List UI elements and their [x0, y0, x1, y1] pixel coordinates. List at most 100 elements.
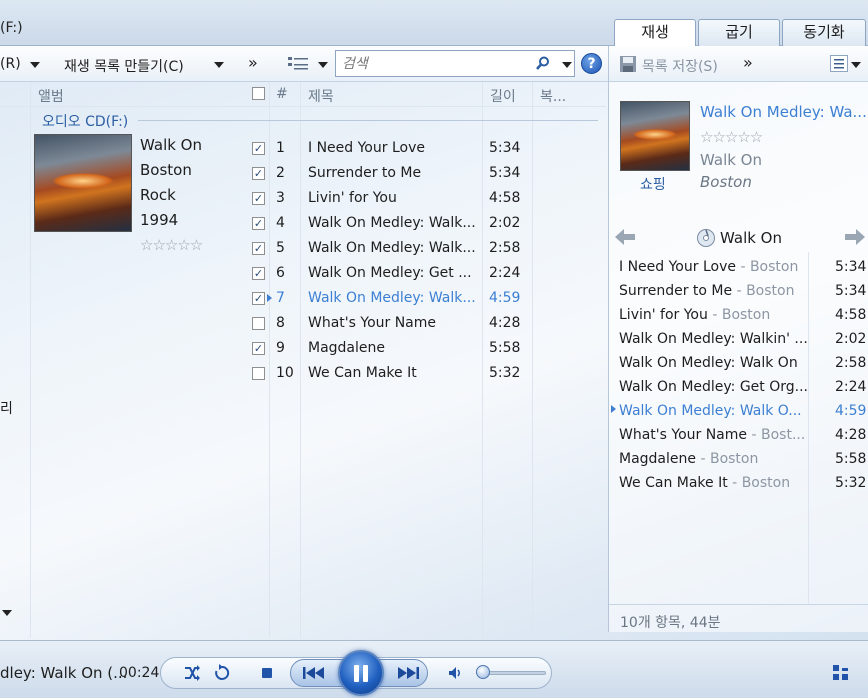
track-title: What's Your Name: [308, 315, 437, 331]
search-icon[interactable]: [536, 56, 550, 71]
track-checkbox[interactable]: ✓: [252, 167, 265, 180]
pause-button[interactable]: [338, 650, 384, 696]
track-checkbox[interactable]: ✓: [252, 192, 265, 205]
now-playing-album[interactable]: Walk On: [700, 151, 762, 169]
create-playlist-dropdown-icon[interactable]: [214, 62, 224, 68]
track-row[interactable]: ✓ 3 Livin' for You 4:58: [0, 187, 608, 212]
organize-button[interactable]: (R): [0, 56, 21, 72]
track-checkbox[interactable]: ✓: [252, 267, 265, 280]
shopping-link[interactable]: 쇼핑: [640, 174, 666, 194]
playlist-item-artist: Boston: [746, 283, 795, 299]
switch-to-now-playing-icon[interactable]: [832, 664, 850, 682]
location-label: (F:): [0, 20, 23, 36]
playlist-item[interactable]: Walk On Medley: Get Org... 2:24: [619, 376, 867, 400]
list-options-icon[interactable]: [830, 55, 848, 72]
track-title: We Can Make It: [308, 365, 417, 381]
nav-item-fragment[interactable]: 리: [0, 398, 13, 418]
tab-sync[interactable]: 동기화: [782, 19, 866, 46]
track-checkbox[interactable]: ✓: [252, 142, 265, 155]
view-options-dropdown-icon[interactable]: [318, 62, 328, 68]
playlist-item[interactable]: We Can Make It - Boston 5:32: [619, 472, 867, 496]
track-length: 5:58: [489, 340, 521, 356]
volume-icon[interactable]: [448, 666, 462, 680]
track-number: 3: [276, 190, 285, 206]
track-row[interactable]: ✓ 6 Walk On Medley: Get ... 2:24: [0, 262, 608, 287]
playlist-item[interactable]: Magdalene - Boston 5:58: [619, 448, 867, 472]
search-input[interactable]: [336, 51, 526, 76]
playlist-item[interactable]: What's Your Name - Bost... 4:28: [619, 424, 866, 448]
now-playing-marker-icon: [611, 405, 616, 413]
track-checkbox[interactable]: ✓: [252, 342, 265, 355]
toolbar-more-chevron-icon[interactable]: »: [248, 53, 258, 72]
previous-icon[interactable]: [302, 665, 326, 681]
help-icon[interactable]: ?: [581, 53, 602, 74]
organize-dropdown-icon[interactable]: [30, 62, 40, 68]
playlist-item[interactable]: I Need Your Love - Boston 5:34: [619, 256, 866, 280]
track-length: 4:28: [489, 315, 521, 331]
playlist-item[interactable]: Walk On Medley: Walkin' ... 2:02: [619, 328, 866, 352]
track-checkbox[interactable]: ✓: [252, 242, 265, 255]
tab-play[interactable]: 재생: [614, 19, 696, 47]
now-playing-title[interactable]: Walk On Medley: Wa...: [700, 103, 867, 121]
now-playing-status-text[interactable]: dley: Walk On (...: [0, 664, 127, 682]
playlist-item[interactable]: Livin' for You - Boston 4:58: [619, 304, 866, 328]
volume-slider-thumb[interactable]: [476, 665, 490, 679]
save-list-button[interactable]: 목록 저장(S): [642, 56, 718, 76]
playlist-item-length: 2:24: [835, 379, 867, 395]
track-checkbox[interactable]: ✓: [252, 292, 265, 305]
playlist-item[interactable]: Surrender to Me - Boston 5:34: [619, 280, 866, 304]
playlist-item-separator: -: [712, 307, 718, 323]
save-list-icon[interactable]: [619, 55, 637, 73]
now-playing-marker-icon: [267, 294, 272, 302]
repeat-icon[interactable]: [213, 664, 231, 682]
column-header-rip[interactable]: 복...: [540, 86, 566, 106]
list-options-dropdown-icon[interactable]: [851, 62, 861, 68]
track-row[interactable]: 10 We Can Make It 5:32: [0, 362, 608, 387]
list-pane-more-chevron-icon[interactable]: »: [743, 53, 753, 72]
playlist-item-title: We Can Make It: [619, 475, 728, 491]
stop-icon[interactable]: [262, 668, 272, 678]
next-icon[interactable]: [396, 665, 420, 681]
playlist-item-separator: -: [700, 451, 706, 467]
track-checkbox[interactable]: [252, 367, 265, 380]
track-checkbox[interactable]: [252, 317, 265, 330]
shuffle-icon[interactable]: [183, 664, 201, 682]
track-row[interactable]: ✓ 9 Magdalene 5:58: [0, 337, 608, 362]
now-playing-rating-stars[interactable]: ☆☆☆☆☆: [700, 128, 763, 146]
track-number: 5: [276, 240, 285, 256]
elapsed-time[interactable]: 00:24: [119, 665, 159, 681]
select-all-checkbox[interactable]: [252, 87, 265, 100]
track-length: 2:02: [489, 215, 521, 231]
now-playing-album-art[interactable]: [620, 101, 690, 171]
next-album-arrow-icon[interactable]: [844, 228, 866, 246]
track-row[interactable]: ✓ 5 Walk On Medley: Walk... 2:58: [0, 237, 608, 262]
track-checkbox[interactable]: ✓: [252, 217, 265, 230]
playlist-item-length: 5:58: [835, 451, 867, 467]
track-row[interactable]: ✓ 2 Surrender to Me 5:34: [0, 162, 608, 187]
column-header-title[interactable]: 제목: [308, 86, 334, 106]
column-header-number[interactable]: #: [276, 86, 288, 102]
track-row-now-playing[interactable]: ✓ 7 Walk On Medley: Walk... 4:59: [0, 287, 608, 312]
track-row[interactable]: ✓ 1 I Need Your Love 5:34: [0, 137, 608, 162]
playlist-item-title: Walk On Medley: Walk On: [619, 355, 798, 371]
playlist-item-length: 5:32: [835, 475, 867, 491]
column-header-length[interactable]: 길이: [490, 86, 516, 106]
track-number: 9: [276, 340, 285, 356]
playlist-item[interactable]: Walk On Medley: Walk On 2:58: [619, 352, 866, 376]
create-playlist-button[interactable]: 재생 목록 만들기(C): [64, 56, 184, 76]
tab-burn[interactable]: 굽기: [698, 19, 780, 46]
cd-icon: [696, 228, 716, 248]
nav-scroll-down-icon[interactable]: [2, 610, 12, 616]
search-dropdown-icon[interactable]: [562, 62, 572, 68]
list-summary: 10개 항목, 44분: [620, 615, 721, 631]
search-field[interactable]: [335, 50, 575, 77]
now-playing-artist[interactable]: Boston: [700, 173, 752, 191]
track-row[interactable]: 8 What's Your Name 4:28: [0, 312, 608, 337]
column-header-album[interactable]: 앨범: [38, 86, 64, 106]
track-title: Walk On Medley: Walk...: [308, 215, 476, 231]
track-row[interactable]: ✓ 4 Walk On Medley: Walk... 2:02: [0, 212, 608, 237]
playlist-item-artist: Boston: [709, 451, 759, 467]
previous-album-arrow-icon[interactable]: [614, 228, 636, 246]
view-options-icon[interactable]: [288, 56, 310, 72]
playlist-item-now-playing[interactable]: Walk On Medley: Walk O... 4:59: [619, 400, 866, 424]
